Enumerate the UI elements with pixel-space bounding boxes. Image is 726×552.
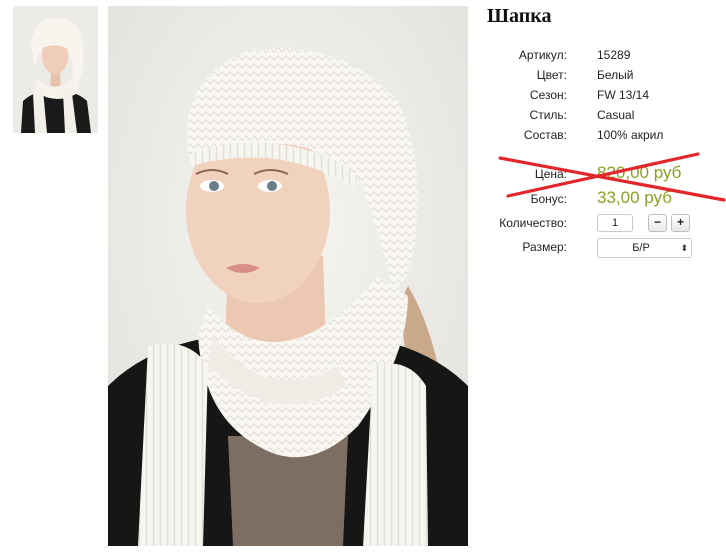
attribute-label: Цвет: — [536, 68, 567, 82]
product-thumbnail[interactable] — [13, 6, 98, 133]
attribute-value: Casual — [597, 108, 635, 122]
attribute-value: 15289 — [597, 48, 631, 62]
attribute-value: Белый — [597, 68, 634, 82]
product-main-image — [108, 6, 468, 546]
attribute-value: FW 13/14 — [597, 88, 650, 102]
quantity-increase-button[interactable]: + — [671, 214, 690, 232]
select-arrows-icon: ⬍ — [680, 243, 688, 253]
main-photo-illustration — [108, 6, 468, 546]
size-selected-value: Б/Р — [632, 242, 650, 254]
thumbnail-image — [13, 6, 98, 133]
attribute-label: Сезон: — [529, 88, 567, 102]
quantity-decrease-button[interactable]: − — [648, 214, 667, 232]
attribute-value: 100% акрил — [597, 128, 664, 142]
size-label: Размер: — [522, 240, 567, 254]
attribute-label: Артикул: — [518, 48, 567, 62]
price-strike-icon — [498, 152, 726, 202]
product-title: Шапка — [487, 5, 552, 27]
attribute-label: Состав: — [523, 128, 567, 142]
quantity-input[interactable]: 1 — [597, 214, 633, 232]
size-select[interactable]: Б/Р ⬍ — [597, 238, 692, 258]
quantity-label: Количество: — [499, 216, 567, 230]
attribute-label: Стиль: — [529, 108, 567, 122]
